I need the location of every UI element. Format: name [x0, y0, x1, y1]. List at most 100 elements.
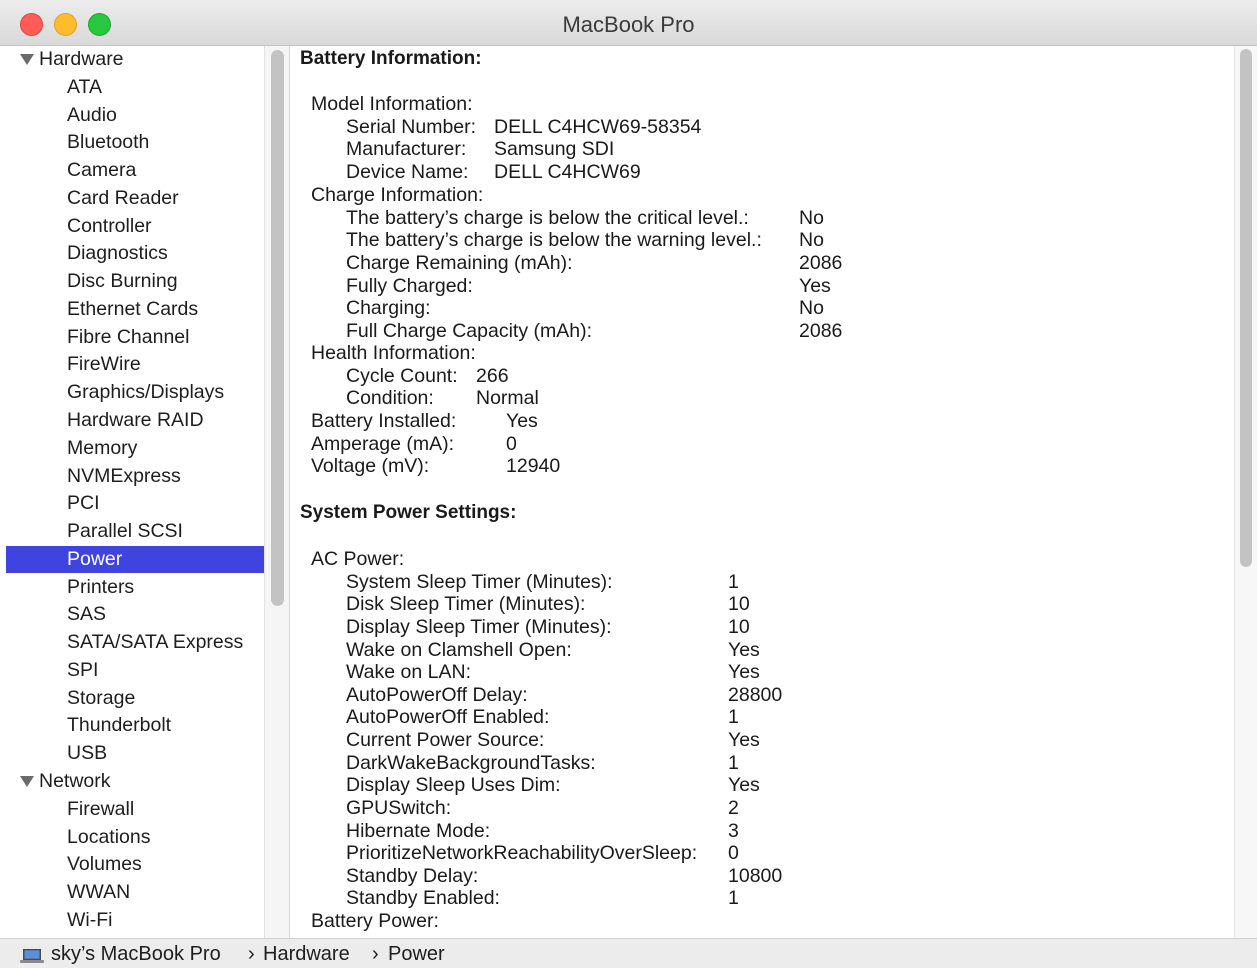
sidebar-item-firewall[interactable]: Firewall: [6, 796, 264, 823]
detail-scrollbar-thumb[interactable]: [1240, 49, 1252, 567]
sidebar-item-graphics-displays[interactable]: Graphics/Displays: [6, 379, 264, 406]
info-value: DELL C4HCW69: [494, 160, 641, 183]
path-bar: sky’s MacBook Pro › Hardware › Power: [0, 938, 1257, 968]
sidebar-item-bluetooth[interactable]: Bluetooth: [6, 129, 264, 156]
sidebar-item-parallel-scsi[interactable]: Parallel SCSI: [6, 518, 264, 545]
info-label: Serial Number:: [346, 115, 477, 138]
path-hardware[interactable]: Hardware: [263, 939, 350, 968]
sidebar-item-sas[interactable]: SAS: [6, 601, 264, 628]
info-label: The battery’s charge is below the warnin…: [346, 229, 762, 252]
group-label-health-info: Health Information:: [311, 342, 476, 364]
sidebar-item-ethernet-cards[interactable]: Ethernet Cards: [6, 296, 264, 323]
info-value: 2086: [799, 251, 843, 274]
info-label: AutoPowerOff Delay:: [346, 683, 528, 706]
path-power[interactable]: Power: [388, 939, 445, 968]
sidebar-item-nvmexpress[interactable]: NVMExpress: [6, 463, 264, 490]
section-heading-power: System Power Settings:: [300, 502, 517, 523]
info-label: Standby Enabled:: [346, 887, 500, 910]
info-value: 10: [728, 593, 750, 616]
sidebar-item-diagnostics[interactable]: Diagnostics: [6, 240, 264, 267]
sidebar-item-ata[interactable]: ATA: [6, 74, 264, 101]
sidebar-item-usb[interactable]: USB: [6, 740, 264, 767]
info-label: Manufacturer:: [346, 138, 467, 161]
info-value: Yes: [799, 274, 831, 297]
info-value: 28800: [728, 683, 783, 706]
sidebar-item-audio[interactable]: Audio: [6, 102, 264, 129]
sidebar-item-printers[interactable]: Printers: [6, 574, 264, 601]
info-label: GPUSwitch:: [346, 796, 452, 819]
sidebar-scrollbar[interactable]: [264, 46, 290, 938]
group-label-battery-power: Battery Power:: [311, 910, 439, 932]
info-value: No: [799, 229, 824, 252]
sidebar-item-volumes[interactable]: Volumes: [6, 851, 264, 878]
info-value: Samsung SDI: [494, 138, 615, 161]
info-label: Wake on Clamshell Open:: [346, 638, 572, 661]
info-value: Yes: [506, 410, 538, 432]
group-label-model-info: Model Information:: [311, 93, 473, 115]
path-computer[interactable]: sky’s MacBook Pro: [51, 939, 221, 968]
sidebar-item-wwan[interactable]: WWAN: [6, 879, 264, 906]
sidebar-item-hardware-raid[interactable]: Hardware RAID: [6, 407, 264, 434]
info-label: PrioritizeNetworkReachabilityOverSleep:: [346, 842, 698, 865]
info-label: Standby Delay:: [346, 864, 479, 887]
group-label-charge-info: Charge Information:: [311, 184, 484, 206]
info-value: Yes: [728, 661, 760, 684]
sidebar-item-firewire[interactable]: FireWire: [6, 351, 264, 378]
sidebar-item-storage[interactable]: Storage: [6, 685, 264, 712]
info-label: System Sleep Timer (Minutes):: [346, 570, 613, 593]
info-label: Disk Sleep Timer (Minutes):: [346, 593, 586, 616]
info-value: 0: [728, 842, 739, 865]
sidebar-item-sata-sata-express[interactable]: SATA/SATA Express: [6, 629, 264, 656]
sidebar-item-disc-burning[interactable]: Disc Burning: [6, 268, 264, 295]
sidebar-item-thunderbolt[interactable]: Thunderbolt: [6, 712, 264, 739]
info-value: 1: [728, 570, 739, 593]
info-value: Yes: [728, 774, 760, 797]
detail-pane: Battery Information: Model Information: Se…: [291, 46, 1234, 938]
sidebar-item-camera[interactable]: Camera: [6, 157, 264, 184]
sidebar-item-locations[interactable]: Locations: [6, 824, 264, 851]
info-value: No: [799, 206, 824, 229]
sidebar-group-network[interactable]: Network: [6, 768, 264, 795]
info-value: 1: [728, 887, 739, 910]
sidebar-item-wi-fi[interactable]: Wi-Fi: [6, 907, 264, 934]
sidebar-item-card-reader[interactable]: Card Reader: [6, 185, 264, 212]
info-label: Hibernate Mode:: [346, 819, 491, 842]
title-bar: MacBook Pro: [0, 0, 1257, 46]
info-label: Voltage (mV):: [311, 455, 430, 478]
info-label: Display Sleep Uses Dim:: [346, 774, 561, 797]
group-label-ac-power: AC Power:: [311, 548, 405, 570]
info-label: DarkWakeBackgroundTasks:: [346, 751, 596, 774]
sidebar-item-controller[interactable]: Controller: [6, 213, 264, 240]
disclosure-triangle-icon[interactable]: [20, 54, 34, 65]
info-value: 2086: [799, 319, 843, 342]
sidebar-group-hardware[interactable]: Hardware: [6, 46, 264, 73]
sidebar-item-power[interactable]: Power: [6, 545, 264, 573]
info-value: 2: [728, 796, 739, 819]
info-value: 266: [476, 364, 509, 387]
info-value: 10800: [728, 864, 783, 887]
path-separator: ›: [248, 943, 255, 965]
info-label: The battery’s charge is below the critic…: [346, 206, 749, 229]
laptop-icon: [20, 949, 44, 963]
sidebar-scrollbar-thumb[interactable]: [271, 50, 284, 606]
sidebar-item-fibre-channel[interactable]: Fibre Channel: [6, 324, 264, 351]
path-separator: ›: [372, 943, 379, 965]
detail-scrollbar[interactable]: [1234, 46, 1257, 938]
info-value: 0: [506, 432, 517, 455]
info-value: No: [799, 297, 824, 320]
window-title: MacBook Pro: [562, 12, 695, 37]
info-label: Full Charge Capacity (mAh):: [346, 319, 592, 342]
sidebar-item-pci[interactable]: PCI: [6, 490, 264, 517]
info-label: Wake on LAN:: [346, 661, 471, 684]
sidebar-group-label: Hardware: [39, 48, 124, 70]
info-label: Amperage (mA):: [311, 432, 455, 455]
section-heading-battery: Battery Information:: [300, 48, 482, 69]
disclosure-triangle-icon[interactable]: [20, 776, 34, 788]
sidebar-item-spi[interactable]: SPI: [6, 657, 264, 684]
info-label: Condition:: [346, 387, 434, 410]
info-value: Yes: [728, 638, 760, 661]
info-value: 1: [728, 706, 739, 729]
sidebar-item-memory[interactable]: Memory: [6, 435, 264, 462]
info-label: Fully Charged:: [346, 274, 473, 297]
info-value: Normal: [476, 387, 539, 410]
